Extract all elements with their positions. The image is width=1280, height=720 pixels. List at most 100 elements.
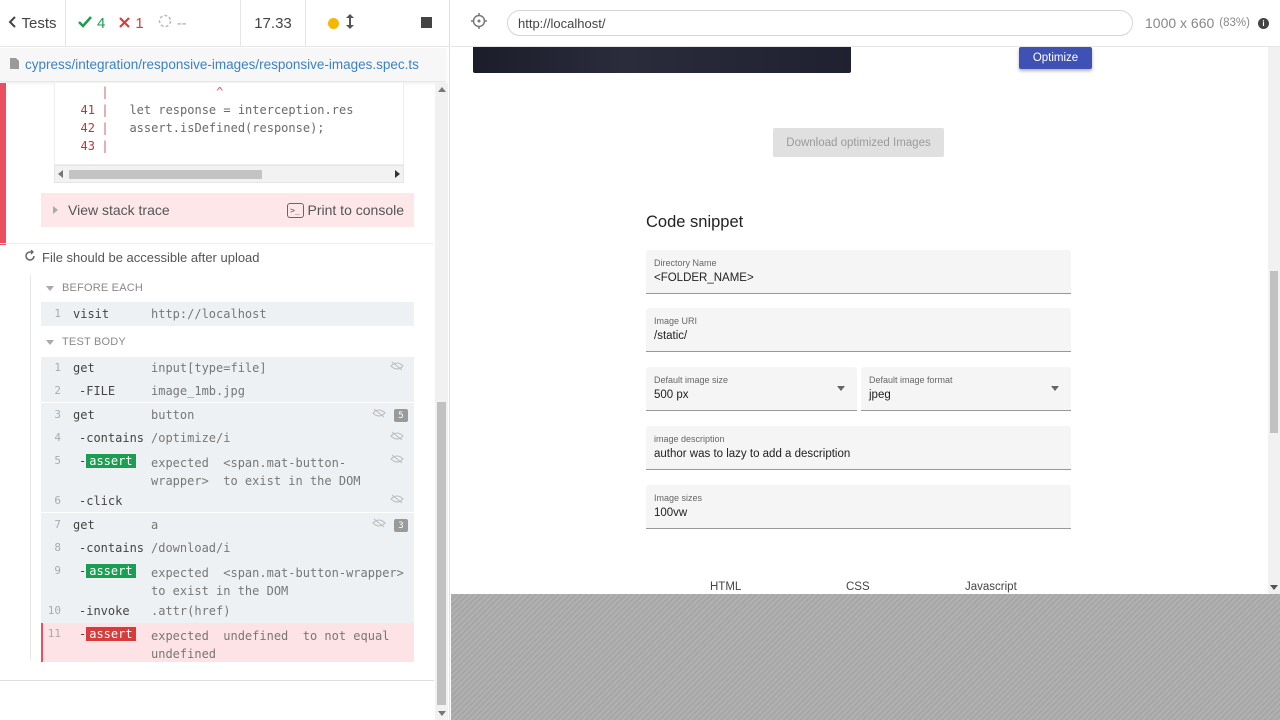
- command-message: a: [151, 518, 159, 532]
- command-row[interactable]: 10 -invoke .attr(href): [41, 604, 414, 620]
- scroll-left-icon[interactable]: [58, 170, 63, 178]
- command-name: -FILE: [79, 384, 116, 398]
- scroll-right-icon[interactable]: [395, 170, 400, 178]
- test-title[interactable]: File should be accessible after upload: [24, 249, 260, 265]
- command-number: 10: [47, 604, 61, 617]
- app-under-test: Optimize Download optimized Images Code …: [451, 47, 1280, 594]
- eye-slash-icon: [372, 408, 386, 421]
- command-name: -contains: [79, 431, 145, 445]
- stop-button[interactable]: [421, 15, 432, 32]
- field-label: Image URI: [654, 316, 698, 326]
- command-row[interactable]: 7 get a 3: [41, 518, 414, 534]
- crosshair-icon: [471, 12, 487, 34]
- command-row[interactable]: 1 visit http://localhost: [41, 307, 414, 323]
- refresh-icon: [24, 249, 36, 265]
- field-value[interactable]: author was to lazy to add a description: [654, 448, 1063, 460]
- image-description-field[interactable]: image description author was to lazy to …: [646, 426, 1071, 470]
- image-sizes-field[interactable]: Image sizes 100vw: [646, 485, 1071, 529]
- tab-html[interactable]: HTML: [710, 581, 741, 593]
- command-name: visit: [73, 307, 110, 321]
- scrollbar-thumb[interactable]: [437, 402, 446, 705]
- eye-slash-icon: [372, 518, 386, 531]
- command-number: 5: [54, 454, 61, 467]
- scroll-down-icon[interactable]: [438, 711, 446, 716]
- directory-name-field[interactable]: Directory Name <FOLDER_NAME>: [646, 250, 1071, 294]
- command-row[interactable]: 4 -contains /optimize/i: [41, 431, 414, 447]
- command-row[interactable]: 3 get button 5: [41, 408, 414, 424]
- scroll-up-icon[interactable]: [438, 87, 446, 92]
- download-optimized-images-button[interactable]: Download optimized Images: [773, 128, 944, 157]
- command-number: 4: [54, 431, 61, 444]
- reporter-vertical-scrollbar[interactable]: [435, 83, 448, 720]
- command-message: expected undefined to not equal undefined: [151, 629, 390, 661]
- info-icon[interactable]: i: [1257, 17, 1269, 29]
- dropdown-arrow-icon: [837, 386, 845, 391]
- element-count-badge: 5: [394, 409, 408, 422]
- reporter-panel: Tests 4 1 -- 17.33 cypress/integration/r…: [0, 0, 450, 720]
- url-bar[interactable]: http://localhost/: [507, 10, 1133, 36]
- field-value[interactable]: /static/: [654, 330, 1063, 342]
- failed-count: 1: [135, 14, 144, 32]
- scrollbar-thumb[interactable]: [1270, 271, 1278, 433]
- auto-scroll-toggle[interactable]: [328, 13, 354, 33]
- command-number: 3: [54, 408, 61, 421]
- command-name: get: [73, 518, 95, 532]
- command-name: -click: [79, 494, 123, 508]
- command-row[interactable]: 2 -FILE image_1mb.jpg: [41, 384, 414, 400]
- before-each-header[interactable]: BEFORE EACH: [46, 282, 143, 294]
- runnable-list: | ^ 41 | let response = interception.res …: [0, 83, 434, 720]
- x-icon: [119, 15, 131, 32]
- selector-playground-button[interactable]: [451, 12, 507, 34]
- command-number: 11: [47, 627, 61, 640]
- command-row[interactable]: 6 -click: [41, 494, 414, 510]
- scroll-down-icon[interactable]: [1270, 585, 1278, 590]
- eye-slash-icon: [390, 431, 404, 444]
- field-value[interactable]: 100vw: [654, 507, 1063, 519]
- passed-stat[interactable]: 4: [78, 15, 105, 32]
- command-name: - assert: [79, 454, 136, 468]
- spec-path-bar: cypress/integration/responsive-images/re…: [0, 48, 446, 82]
- scroll-arrows-icon: [346, 13, 354, 33]
- print-to-console-button[interactable]: >_ Print to console: [286, 202, 404, 218]
- command-row[interactable]: 8 -contains /download/i: [41, 541, 414, 557]
- tab-javascript[interactable]: Javascript: [965, 581, 1017, 593]
- eye-slash-icon: [390, 494, 404, 507]
- divider: [0, 680, 434, 681]
- aut-vertical-scrollbar[interactable]: [1268, 47, 1280, 594]
- field-label: image description: [654, 434, 725, 444]
- default-image-format-select[interactable]: Default image format jpeg: [861, 367, 1071, 411]
- element-count-badge: 3: [394, 519, 408, 532]
- code-line: 42 | assert.isDefined(response);: [80, 121, 325, 135]
- caret-down-icon: [46, 339, 54, 345]
- spec-path-link[interactable]: cypress/integration/responsive-images/re…: [25, 57, 419, 72]
- code-horizontal-scrollbar[interactable]: [54, 165, 404, 183]
- duration: 17.33: [241, 0, 306, 47]
- command-number: 2: [54, 384, 61, 397]
- scrollbar-thumb[interactable]: [69, 170, 262, 179]
- command-row[interactable]: 5 - assert expected <span.mat-button-wrap…: [41, 454, 414, 490]
- tests-button[interactable]: Tests: [0, 0, 66, 47]
- failed-stat[interactable]: 1: [119, 14, 144, 32]
- optimize-button[interactable]: Optimize: [1019, 47, 1092, 69]
- test-body-header[interactable]: TEST BODY: [46, 336, 126, 348]
- image-uri-field[interactable]: Image URI /static/: [646, 308, 1071, 352]
- command-row-failed[interactable]: 11 - assert expected undefined to not equ…: [41, 627, 414, 663]
- tests-label: Tests: [21, 14, 57, 32]
- failed-test-stripe: [0, 83, 6, 245]
- command-number: 1: [54, 307, 61, 320]
- command-row[interactable]: 1 get input[type=file]: [41, 361, 414, 377]
- viewport-info[interactable]: 1000 x 660 (83%): [1145, 15, 1250, 31]
- tab-css[interactable]: CSS: [846, 581, 870, 593]
- field-value[interactable]: <FOLDER_NAME>: [654, 272, 1063, 284]
- view-stack-trace-toggle[interactable]: View stack trace: [53, 202, 170, 218]
- viewport-scale: (83%): [1219, 17, 1250, 29]
- default-image-size-select[interactable]: Default image size 500 px: [646, 367, 857, 411]
- command-row[interactable]: 9 - assert expected <span.mat-button-wrap…: [41, 564, 414, 600]
- test-title-label: File should be accessible after upload: [42, 250, 260, 265]
- pending-stat[interactable]: --: [158, 14, 187, 32]
- terminal-icon: >_: [286, 202, 304, 218]
- command-message: expected <span.mat-button-wrapper> to ex…: [151, 456, 361, 488]
- eye-slash-icon: [390, 454, 404, 467]
- chevron-left-icon: [8, 15, 17, 32]
- aut-empty-area: [451, 594, 1280, 720]
